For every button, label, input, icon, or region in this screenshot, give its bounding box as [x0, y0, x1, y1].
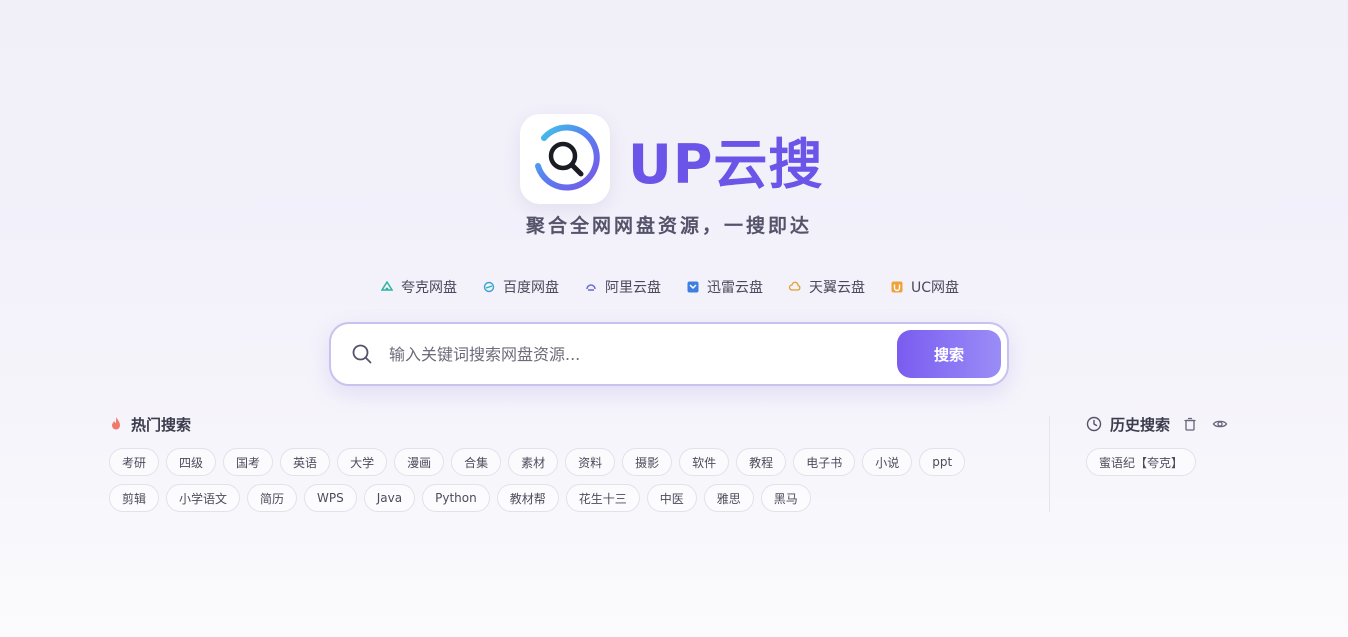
search-logo-icon: [535, 124, 600, 191]
app-tagline: 聚合全网网盘资源，一搜即达: [525, 215, 812, 237]
brand-logo-row: UP云搜: [520, 114, 823, 204]
hot-search-tag[interactable]: Java: [363, 484, 416, 512]
provider-aliyun[interactable]: 阿里云盘: [585, 276, 661, 298]
provider-tianyi[interactable]: 天翼云盘: [788, 276, 865, 298]
hot-search-tag[interactable]: 中医: [646, 484, 697, 512]
provider-label: 夸克网盘: [400, 280, 457, 296]
hot-search-header: 热门搜索: [109, 414, 989, 434]
app-title: UP云搜: [628, 132, 824, 196]
hot-search-tag[interactable]: 电子书: [793, 448, 856, 476]
history-header: 历史搜索: [1086, 414, 1326, 434]
hot-search-tag[interactable]: 四级: [166, 448, 217, 476]
hot-search-tag[interactable]: 剪辑: [109, 484, 160, 512]
hot-search-tag[interactable]: 摄影: [622, 448, 673, 476]
hot-search-tag[interactable]: 教材帮: [496, 484, 559, 512]
hot-search-tag[interactable]: 小说: [862, 448, 913, 476]
hot-search-tag[interactable]: 资料: [565, 448, 616, 476]
provider-label: 迅雷云盘: [706, 280, 763, 296]
search-input[interactable]: [389, 344, 869, 364]
provider-uc[interactable]: UC网盘: [891, 276, 959, 298]
quark-icon: [380, 281, 393, 293]
hot-search-tag[interactable]: 花生十三: [565, 484, 640, 512]
hot-search-tag[interactable]: 简历: [247, 484, 298, 512]
provider-label: 天翼云盘: [808, 280, 865, 296]
hot-search-tag[interactable]: 漫画: [394, 448, 445, 476]
hot-search-tag[interactable]: 大学: [337, 448, 388, 476]
history-search-tag[interactable]: 蜜语纪【夸克】: [1086, 448, 1197, 476]
history-tag-list: 蜜语纪【夸克】: [1086, 448, 1326, 484]
clock-icon: [1086, 416, 1102, 432]
search-icon: [351, 343, 373, 365]
xunlei-icon: [687, 281, 699, 293]
hot-search-title: 热门搜索: [131, 415, 192, 434]
history-section: 历史搜索 蜜语纪【夸克】: [1086, 414, 1326, 484]
section-divider: [1049, 416, 1050, 512]
app-logo: [520, 114, 610, 204]
hot-search-tag[interactable]: ppt: [919, 448, 966, 476]
search-button[interactable]: 搜索: [897, 330, 1001, 378]
history-title: 历史搜索: [1110, 415, 1171, 434]
uc-netdisk-icon: [891, 281, 903, 293]
hot-tag-list: 考研 四级 国考 英语 大学 漫画 合集 素材 资料 摄影 软件 教程 电子书 小说 ppt 剪辑 小学语文 简历…: [109, 448, 989, 520]
hot-search-tag[interactable]: 考研: [109, 448, 160, 476]
hot-search-tag[interactable]: WPS: [304, 484, 357, 512]
hot-search-section: 热门搜索 考研 四级 国考 英语 大学 漫画 合集 素材 资料 摄影 软件 教程 电子书 小说 ppt 剪辑小…: [109, 414, 989, 520]
history-actions: [1182, 416, 1228, 432]
search-box: 搜索: [329, 322, 1009, 386]
hot-search-tag[interactable]: 合集: [451, 448, 502, 476]
provider-label: UC网盘: [910, 280, 960, 296]
tianyi-cloud-icon: [788, 281, 801, 293]
trash-icon[interactable]: [1182, 416, 1198, 432]
hot-search-tag[interactable]: 小学语文: [166, 484, 241, 512]
hot-search-tag[interactable]: 黑马: [760, 484, 811, 512]
hot-search-tag[interactable]: 教程: [736, 448, 787, 476]
flame-icon: [109, 416, 123, 432]
provider-quark[interactable]: 夸克网盘: [380, 276, 457, 298]
hot-search-tag[interactable]: 雅思: [703, 484, 754, 512]
aliyun-drive-icon: [585, 281, 597, 293]
provider-list: 夸克网盘 百度网盘 阿里云盘 迅雷云盘 天翼云盘 UC网盘: [0, 276, 1340, 298]
provider-xunlei[interactable]: 迅雷云盘: [687, 276, 763, 298]
provider-label: 阿里云盘: [604, 280, 661, 296]
provider-label: 百度网盘: [502, 280, 559, 296]
hot-search-tag[interactable]: 英语: [280, 448, 331, 476]
hot-search-tag[interactable]: 国考: [223, 448, 274, 476]
eye-icon[interactable]: [1212, 416, 1228, 432]
home-hero: UP云搜 聚合全网网盘资源，一搜即达 夸克网盘 百度网盘 阿里云盘 迅雷云盘 天…: [0, 0, 1348, 637]
hot-search-tag[interactable]: Python: [422, 484, 490, 512]
provider-baidu[interactable]: 百度网盘: [483, 276, 559, 298]
baidu-netdisk-icon: [483, 281, 495, 293]
hot-search-tag[interactable]: 软件: [679, 448, 730, 476]
hot-search-tag[interactable]: 素材: [508, 448, 559, 476]
